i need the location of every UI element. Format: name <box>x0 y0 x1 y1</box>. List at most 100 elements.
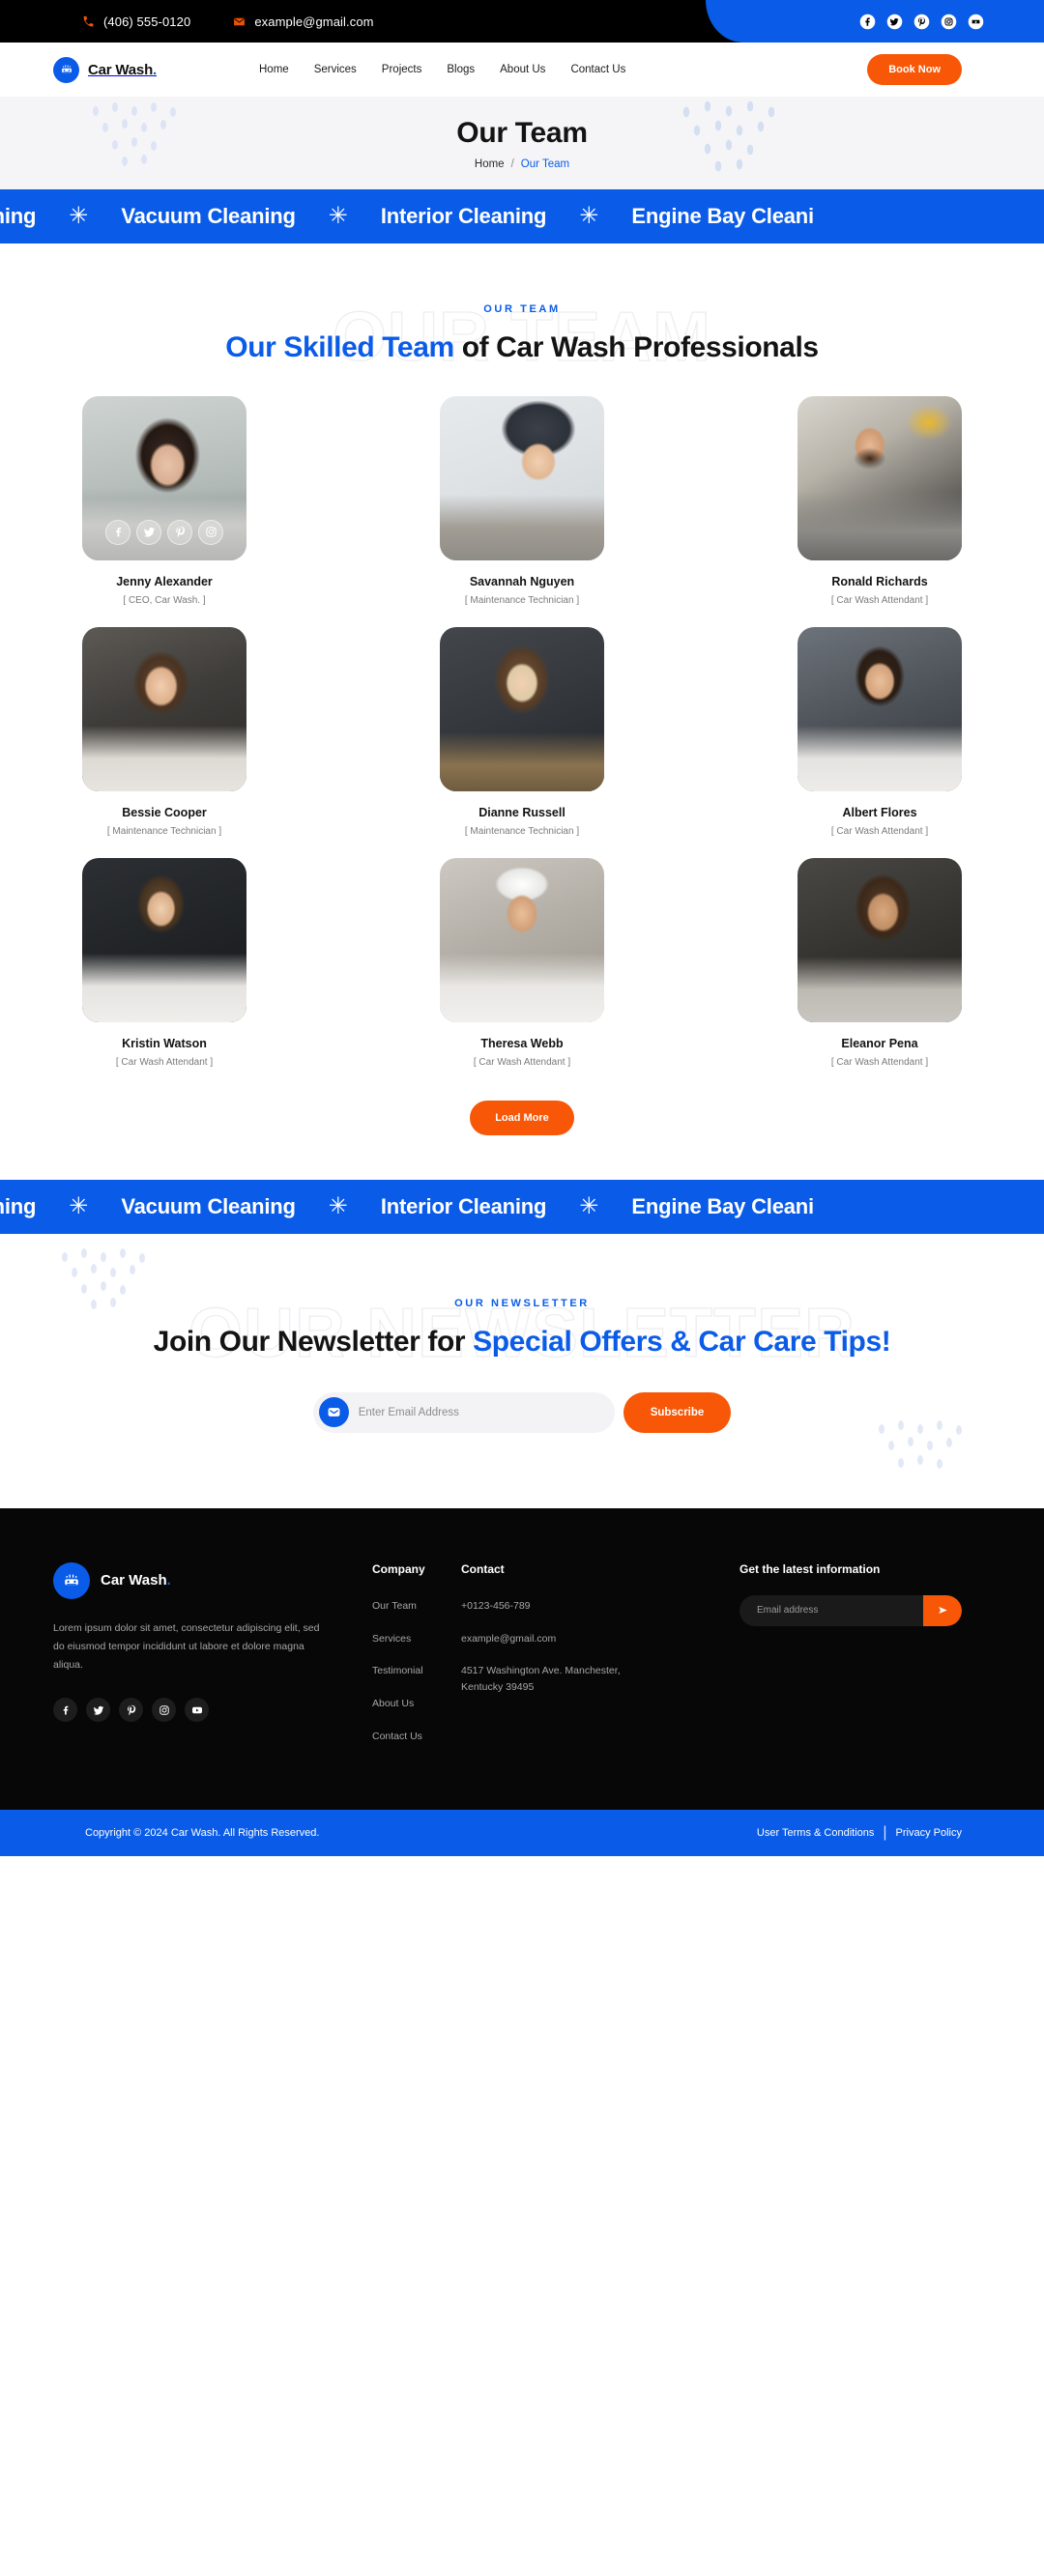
team-member-card[interactable]: Ronald Richards [ Car Wash Attendant ] <box>798 395 962 606</box>
youtube-icon[interactable] <box>185 1698 209 1723</box>
decorative-dots-right <box>879 1419 962 1469</box>
topbar-phone[interactable]: (406) 555-0120 <box>82 14 190 29</box>
member-role: [ Car Wash Attendant ] <box>830 1056 929 1068</box>
topbar-email[interactable]: example@gmail.com <box>233 14 373 29</box>
topbar-phone-text: (406) 555-0120 <box>103 14 191 29</box>
facebook-icon[interactable] <box>105 519 130 545</box>
book-now-button[interactable]: Book Now <box>867 54 962 85</box>
section-eyebrow-newsletter: OUR NEWSLETTER <box>454 1297 590 1309</box>
member-role: [ Car Wash Attendant ] <box>115 1056 214 1068</box>
footer-email-input[interactable] <box>740 1605 923 1617</box>
pinterest-icon[interactable] <box>914 14 930 30</box>
user-terms-link[interactable]: User Terms & Conditions <box>757 1827 874 1839</box>
asterisk-icon: ✳ <box>69 203 89 229</box>
topbar-email-text: example@gmail.com <box>254 14 374 29</box>
footer-contact-column: Contact +0123-456-789 example@gmail.com … <box>461 1562 654 1761</box>
phone-icon <box>82 15 95 28</box>
site-header: Car Wash. Home Services Projects Blogs A… <box>0 43 1044 97</box>
subscribe-button[interactable]: Subscribe <box>623 1391 732 1433</box>
newsletter-email-input[interactable] <box>358 1406 609 1418</box>
asterisk-icon: ✳ <box>69 1192 89 1219</box>
team-member-card[interactable]: Eleanor Pena [ Car Wash Attendant ] <box>798 857 962 1068</box>
member-name: Theresa Webb <box>480 1036 564 1050</box>
instagram-icon[interactable] <box>198 519 223 545</box>
member-photo <box>440 626 604 791</box>
member-social-links <box>82 519 246 545</box>
mail-icon <box>318 1397 349 1428</box>
privacy-policy-link[interactable]: Privacy Policy <box>896 1827 962 1839</box>
twitter-icon[interactable] <box>136 519 161 545</box>
member-role: [ Maintenance Technician ] <box>106 825 222 837</box>
topbar-social-links <box>706 0 1044 43</box>
asterisk-icon: ✳ <box>328 203 348 229</box>
site-footer: Car Wash. Lorem ipsum dolor sit amet, co… <box>0 1507 1044 1810</box>
nav-item-home[interactable]: Home <box>259 64 289 75</box>
footer-contact-phone[interactable]: +0123-456-789 <box>461 1598 654 1615</box>
member-photo <box>798 626 962 791</box>
team-member-card[interactable]: Dianne Russell [ Maintenance Technician … <box>440 626 604 837</box>
team-member-card[interactable]: Theresa Webb [ Car Wash Attendant ] <box>440 857 604 1068</box>
load-more-button[interactable]: Load More <box>470 1100 574 1135</box>
member-photo <box>82 857 246 1022</box>
footer-company-column: Company Our Team Services Testimonial Ab… <box>372 1562 461 1761</box>
member-role: [ Car Wash Attendant ] <box>830 594 929 606</box>
footer-link-contact-us[interactable]: Contact Us <box>372 1729 461 1745</box>
section-title-newsletter: Join Our Newsletter for Special Offers &… <box>0 1323 1044 1361</box>
youtube-icon[interactable] <box>968 14 984 30</box>
main-navigation: Home Services Projects Blogs About Us Co… <box>259 64 625 75</box>
footer-newsletter-heading: Get the latest information <box>740 1561 881 1576</box>
section-title-rest: of Car Wash Professionals <box>453 331 819 363</box>
team-member-card[interactable]: Kristin Watson [ Car Wash Attendant ] <box>82 857 246 1068</box>
asterisk-icon: ✳ <box>579 203 599 229</box>
member-photo <box>440 857 604 1022</box>
nav-item-projects[interactable]: Projects <box>382 64 422 75</box>
member-role: [ CEO, Car Wash. ] <box>123 594 206 606</box>
breadcrumb-home[interactable]: Home <box>475 158 505 170</box>
team-member-card[interactable]: Albert Flores [ Car Wash Attendant ] <box>798 626 962 837</box>
instagram-icon[interactable] <box>152 1698 176 1723</box>
newsletter-form: Subscribe <box>300 1391 744 1433</box>
twitter-icon[interactable] <box>886 14 903 30</box>
member-role: [ Maintenance Technician ] <box>464 825 580 837</box>
email-field-wrapper[interactable] <box>312 1391 615 1433</box>
nav-item-about-us[interactable]: About Us <box>500 64 545 75</box>
member-role: [ Maintenance Technician ] <box>464 594 580 606</box>
nav-item-services[interactable]: Services <box>314 64 357 75</box>
team-section: OUR TEAM OUR TEAM Our Skilled Team of Ca… <box>0 243 1044 1180</box>
footer-link-testimonial[interactable]: Testimonial <box>372 1663 461 1679</box>
footer-link-services[interactable]: Services <box>372 1631 461 1647</box>
member-photo <box>82 395 246 560</box>
facebook-icon[interactable] <box>53 1698 77 1723</box>
member-role: [ Car Wash Attendant ] <box>473 1056 571 1068</box>
pinterest-icon[interactable] <box>167 519 192 545</box>
member-role: [ Car Wash Attendant ] <box>830 825 929 837</box>
marquee-item: terior Cleaning <box>0 1193 37 1218</box>
section-eyebrow-team: OUR TEAM <box>483 303 561 315</box>
nav-item-contact-us[interactable]: Contact Us <box>570 64 625 75</box>
twitter-icon[interactable] <box>86 1698 110 1723</box>
footer-link-our-team[interactable]: Our Team <box>372 1598 461 1615</box>
instagram-icon[interactable] <box>941 14 957 30</box>
footer-email-field-wrapper[interactable] <box>740 1594 962 1626</box>
footer-newsletter-column: Get the latest information <box>740 1562 962 1761</box>
brand-logo-link[interactable]: Car Wash. <box>53 56 157 83</box>
footer-link-about-us[interactable]: About Us <box>372 1696 461 1712</box>
facebook-icon[interactable] <box>859 14 876 30</box>
link-separator: | <box>883 1823 887 1841</box>
breadcrumb: Home / Our Team <box>475 158 569 170</box>
breadcrumb-separator: / <box>510 157 514 170</box>
marquee-item: Engine Bay Cleani <box>631 1193 814 1218</box>
member-name: Albert Flores <box>842 805 917 819</box>
nav-item-blogs[interactable]: Blogs <box>447 64 475 75</box>
mail-icon <box>233 15 246 28</box>
footer-company-heading: Company <box>372 1561 425 1576</box>
footer-submit-button[interactable] <box>923 1594 962 1626</box>
top-contact-bar: (406) 555-0120 example@gmail.com <box>0 0 1044 43</box>
pinterest-icon[interactable] <box>119 1698 143 1723</box>
footer-contact-address: 4517 Washington Ave. Manchester, Kentuck… <box>461 1665 621 1694</box>
team-member-card[interactable]: Jenny Alexander [ CEO, Car Wash. ] <box>82 395 246 606</box>
footer-contact-email[interactable]: example@gmail.com <box>461 1631 654 1647</box>
team-member-card[interactable]: Bessie Cooper [ Maintenance Technician ] <box>82 626 246 837</box>
team-member-card[interactable]: Savannah Nguyen [ Maintenance Technician… <box>440 395 604 606</box>
newsletter-section: OUR NEWSLETTER OUR NEWSLETTER Join Our N… <box>0 1233 1044 1508</box>
